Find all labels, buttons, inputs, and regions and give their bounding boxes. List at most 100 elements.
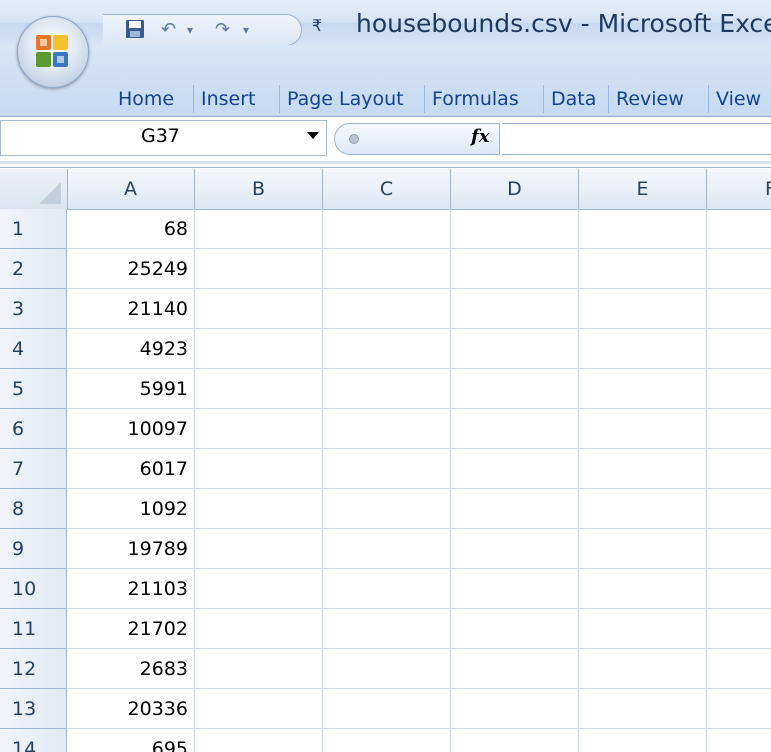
- tab-home[interactable]: Home: [111, 85, 181, 113]
- cell-d10[interactable]: [451, 569, 579, 609]
- name-box[interactable]: G37: [0, 120, 327, 156]
- cell-f6[interactable]: [707, 409, 771, 449]
- cell-a6[interactable]: 10097: [67, 409, 195, 449]
- row-header-14[interactable]: 14: [0, 729, 67, 752]
- cell-b10[interactable]: [195, 569, 323, 609]
- cell-d1[interactable]: [451, 209, 579, 249]
- cell-b1[interactable]: [195, 209, 323, 249]
- cell-d7[interactable]: [451, 449, 579, 489]
- cell-f13[interactable]: [707, 689, 771, 729]
- cell-c8[interactable]: [323, 489, 451, 529]
- cell-c4[interactable]: [323, 329, 451, 369]
- cell-b11[interactable]: [195, 609, 323, 649]
- cell-b8[interactable]: [195, 489, 323, 529]
- column-header-e[interactable]: E: [579, 169, 707, 209]
- cell-b12[interactable]: [195, 649, 323, 689]
- cell-b14[interactable]: [195, 729, 323, 752]
- select-all-button[interactable]: [0, 169, 68, 209]
- cell-c6[interactable]: [323, 409, 451, 449]
- cell-a5[interactable]: 5991: [67, 369, 195, 409]
- undo-dropdown-icon[interactable]: ▾: [187, 19, 193, 41]
- column-header-f[interactable]: F: [707, 169, 771, 209]
- cell-b5[interactable]: [195, 369, 323, 409]
- cell-b4[interactable]: [195, 329, 323, 369]
- cell-b9[interactable]: [195, 529, 323, 569]
- cell-f2[interactable]: [707, 249, 771, 289]
- row-header-6[interactable]: 6: [0, 409, 67, 449]
- cell-e8[interactable]: [579, 489, 707, 529]
- cell-d8[interactable]: [451, 489, 579, 529]
- row-header-13[interactable]: 13: [0, 689, 67, 729]
- name-box-dropdown-icon[interactable]: [307, 132, 319, 139]
- cell-d3[interactable]: [451, 289, 579, 329]
- cell-a11[interactable]: 21702: [67, 609, 195, 649]
- undo-icon[interactable]: ↶: [161, 19, 176, 41]
- cell-e9[interactable]: [579, 529, 707, 569]
- cell-f11[interactable]: [707, 609, 771, 649]
- cell-b2[interactable]: [195, 249, 323, 289]
- column-header-d[interactable]: D: [451, 169, 579, 209]
- cell-f5[interactable]: [707, 369, 771, 409]
- cell-e14[interactable]: [579, 729, 707, 752]
- row-header-9[interactable]: 9: [0, 529, 67, 569]
- cell-f3[interactable]: [707, 289, 771, 329]
- cell-b6[interactable]: [195, 409, 323, 449]
- cell-c7[interactable]: [323, 449, 451, 489]
- cell-d9[interactable]: [451, 529, 579, 569]
- office-button[interactable]: [17, 16, 89, 88]
- cell-f14[interactable]: [707, 729, 771, 752]
- tab-view[interactable]: View: [708, 85, 768, 113]
- cell-d5[interactable]: [451, 369, 579, 409]
- column-header-a[interactable]: A: [67, 169, 195, 209]
- column-header-c[interactable]: C: [323, 169, 451, 209]
- cell-a2[interactable]: 25249: [67, 249, 195, 289]
- expand-handle-icon[interactable]: [349, 134, 359, 144]
- cell-d14[interactable]: [451, 729, 579, 752]
- cell-c13[interactable]: [323, 689, 451, 729]
- cell-a3[interactable]: 21140: [67, 289, 195, 329]
- cell-c3[interactable]: [323, 289, 451, 329]
- cell-c12[interactable]: [323, 649, 451, 689]
- cell-e12[interactable]: [579, 649, 707, 689]
- tab-formulas[interactable]: Formulas: [424, 85, 526, 113]
- redo-icon[interactable]: ↷: [215, 19, 230, 41]
- cell-a7[interactable]: 6017: [67, 449, 195, 489]
- row-header-10[interactable]: 10: [0, 569, 67, 609]
- save-icon[interactable]: [125, 19, 145, 41]
- cell-d13[interactable]: [451, 689, 579, 729]
- cell-a9[interactable]: 19789: [67, 529, 195, 569]
- row-header-2[interactable]: 2: [0, 249, 67, 289]
- cell-c1[interactable]: [323, 209, 451, 249]
- row-header-11[interactable]: 11: [0, 609, 67, 649]
- cell-a4[interactable]: 4923: [67, 329, 195, 369]
- cell-c2[interactable]: [323, 249, 451, 289]
- row-header-8[interactable]: 8: [0, 489, 67, 529]
- tab-review[interactable]: Review: [608, 85, 691, 113]
- cell-e3[interactable]: [579, 289, 707, 329]
- cell-f7[interactable]: [707, 449, 771, 489]
- customize-qat-icon[interactable]: ₹: [312, 16, 322, 35]
- cell-e5[interactable]: [579, 369, 707, 409]
- cell-b13[interactable]: [195, 689, 323, 729]
- tab-insert[interactable]: Insert: [193, 85, 263, 113]
- row-header-1[interactable]: 1: [0, 209, 67, 249]
- cell-c9[interactable]: [323, 529, 451, 569]
- cell-c14[interactable]: [323, 729, 451, 752]
- tab-page-layout[interactable]: Page Layout: [279, 85, 411, 113]
- cell-e13[interactable]: [579, 689, 707, 729]
- cell-e10[interactable]: [579, 569, 707, 609]
- cell-f1[interactable]: [707, 209, 771, 249]
- row-header-12[interactable]: 12: [0, 649, 67, 689]
- cell-d12[interactable]: [451, 649, 579, 689]
- cell-a13[interactable]: 20336: [67, 689, 195, 729]
- cell-f9[interactable]: [707, 529, 771, 569]
- column-header-b[interactable]: B: [195, 169, 323, 209]
- cell-b7[interactable]: [195, 449, 323, 489]
- row-header-3[interactable]: 3: [0, 289, 67, 329]
- redo-dropdown-icon[interactable]: ▾: [243, 19, 249, 41]
- tab-data[interactable]: Data: [543, 85, 603, 113]
- row-header-5[interactable]: 5: [0, 369, 67, 409]
- cell-f12[interactable]: [707, 649, 771, 689]
- cell-f8[interactable]: [707, 489, 771, 529]
- cell-a12[interactable]: 2683: [67, 649, 195, 689]
